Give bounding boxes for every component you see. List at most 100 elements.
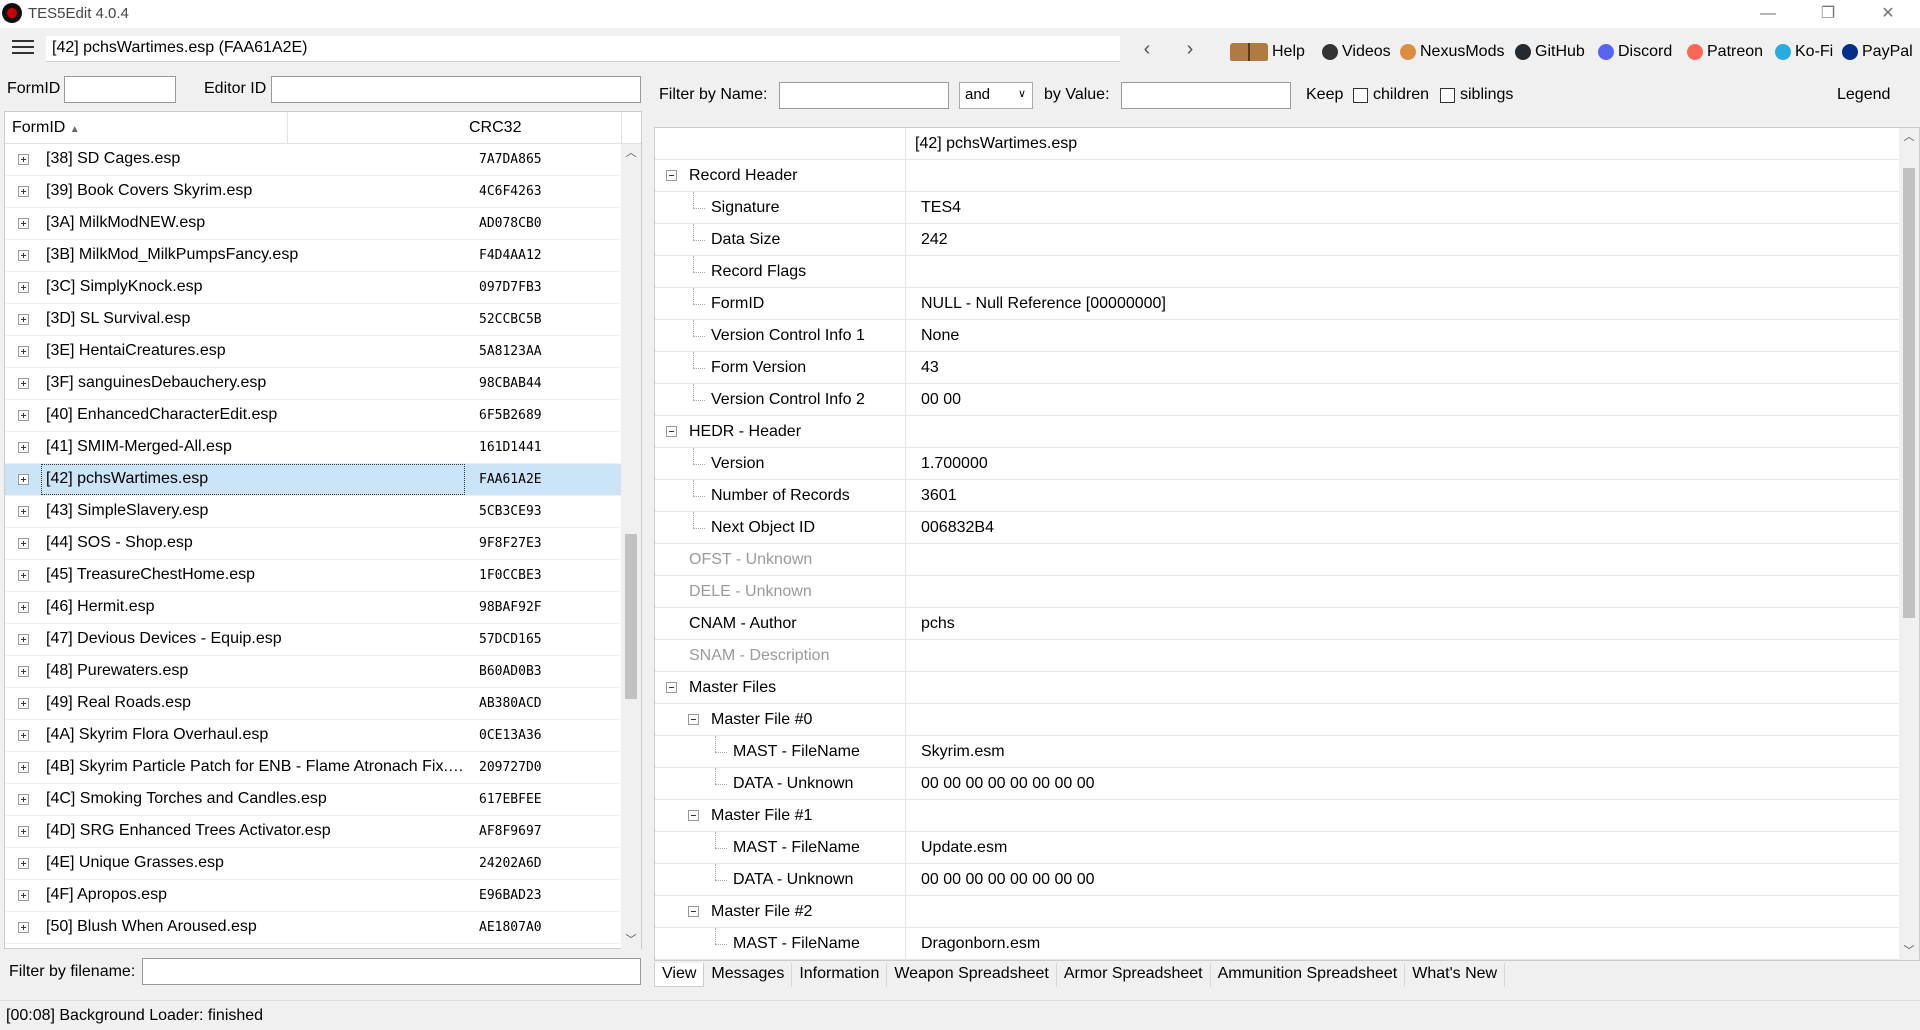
file-list-row[interactable]: [44] SOS - Shop.esp 9F8F27E3 xyxy=(5,528,621,560)
tree-node-row[interactable]: SNAM - Description xyxy=(655,640,1900,672)
tree-node-row[interactable]: HEDR - Header xyxy=(655,416,1900,448)
expand-plus-icon[interactable] xyxy=(18,442,29,453)
expand-plus-icon[interactable] xyxy=(18,858,29,869)
scroll-down-arrow-icon[interactable]: ﹀ xyxy=(621,931,641,949)
column-formid[interactable]: FormID ▲ xyxy=(12,119,80,137)
file-list-row[interactable]: [39] Book Covers Skyrim.esp 4C6F4263 xyxy=(5,176,621,208)
file-list-row[interactable]: [4E] Unique Grasses.esp 24202A6D xyxy=(5,848,621,880)
file-list-row[interactable]: [3E] HentaiCreatures.esp 5A8123AA xyxy=(5,336,621,368)
file-list-row[interactable]: [3F] sanguinesDebauchery.esp 98CBAB44 xyxy=(5,368,621,400)
expand-plus-icon[interactable] xyxy=(18,378,29,389)
editorid-input[interactable] xyxy=(271,76,641,103)
file-list-row[interactable]: [38] SD Cages.esp 7A7DA865 xyxy=(5,144,621,176)
file-list-row[interactable]: [3D] SL Survival.esp 52CCBC5B xyxy=(5,304,621,336)
file-list-row[interactable]: [49] Real Roads.esp AB380ACD xyxy=(5,688,621,720)
expand-plus-icon[interactable] xyxy=(18,762,29,773)
tab-what-s-new[interactable]: What's New xyxy=(1405,963,1506,987)
tree-node-row[interactable]: Version 1.700000 xyxy=(655,448,1900,480)
tree-node-row[interactable]: MAST - FileName Skyrim.esm xyxy=(655,736,1900,768)
file-list-row[interactable]: [41] SMIM-Merged-All.esp 161D1441 xyxy=(5,432,621,464)
collapse-minus-icon[interactable] xyxy=(666,682,677,693)
expand-plus-icon[interactable] xyxy=(18,218,29,229)
tree-node-row[interactable]: Master File #1 xyxy=(655,800,1900,832)
file-list-row[interactable]: [40] EnhancedCharacterEdit.esp 6F5B2689 xyxy=(5,400,621,432)
paypal-link[interactable]: PayPal xyxy=(1842,43,1913,61)
tree-scrollbar[interactable]: ︿ ﹀ xyxy=(1899,128,1919,960)
expand-plus-icon[interactable] xyxy=(18,922,29,933)
file-list-row[interactable]: [4D] SRG Enhanced Trees Activator.esp AF8… xyxy=(5,816,621,848)
expand-plus-icon[interactable] xyxy=(18,474,29,485)
minimize-button[interactable]: — xyxy=(1748,3,1788,25)
collapse-minus-icon[interactable] xyxy=(688,810,699,821)
list-scroll-thumb[interactable] xyxy=(625,534,637,699)
tree-node-row[interactable]: DATA - Unknown 00 00 00 00 00 00 00 00 xyxy=(655,768,1900,800)
expand-plus-icon[interactable] xyxy=(18,506,29,517)
expand-plus-icon[interactable] xyxy=(18,730,29,741)
expand-plus-icon[interactable] xyxy=(18,250,29,261)
operator-select[interactable]: and ∨ xyxy=(959,82,1033,109)
file-list-row[interactable]: [48] Purewaters.esp B60AD0B3 xyxy=(5,656,621,688)
nexusmods-link[interactable]: NexusMods xyxy=(1400,43,1504,61)
tree-node-row[interactable]: OFST - Unknown xyxy=(655,544,1900,576)
expand-plus-icon[interactable] xyxy=(18,410,29,421)
children-checkbox[interactable] xyxy=(1353,88,1368,103)
tree-node-row[interactable]: Record Header xyxy=(655,160,1900,192)
restore-button[interactable]: ❐ xyxy=(1808,3,1848,25)
record-path-field[interactable]: [42] pchsWartimes.esp (FAA61A2E) xyxy=(46,36,1120,62)
tree-node-row[interactable]: DATA - Unknown 00 00 00 00 00 00 00 00 xyxy=(655,864,1900,896)
expand-plus-icon[interactable] xyxy=(18,570,29,581)
collapse-minus-icon[interactable] xyxy=(666,426,677,437)
expand-plus-icon[interactable] xyxy=(18,314,29,325)
file-list-row[interactable]: [4F] Apropos.esp E96BAD23 xyxy=(5,880,621,912)
tree-scroll-down-arrow-icon[interactable]: ﹀ xyxy=(1899,942,1919,960)
formid-input[interactable] xyxy=(64,76,176,103)
expand-plus-icon[interactable] xyxy=(18,698,29,709)
tree-node-row[interactable]: DELE - Unknown xyxy=(655,576,1900,608)
expand-plus-icon[interactable] xyxy=(18,602,29,613)
expand-plus-icon[interactable] xyxy=(18,186,29,197)
tree-node-row[interactable]: CNAM - Author pchs xyxy=(655,608,1900,640)
scroll-up-arrow-icon[interactable]: ︿ xyxy=(621,144,641,162)
tree-node-row[interactable]: Version Control Info 1 None xyxy=(655,320,1900,352)
file-list-row[interactable]: [3C] SimplyKnock.esp 097D7FB3 xyxy=(5,272,621,304)
expand-plus-icon[interactable] xyxy=(18,826,29,837)
siblings-checkbox[interactable] xyxy=(1440,88,1455,103)
tab-messages[interactable]: Messages xyxy=(704,963,793,987)
tree-node-row[interactable]: MAST - FileName Update.esm xyxy=(655,832,1900,864)
patreon-link[interactable]: Patreon xyxy=(1687,43,1763,61)
discord-link[interactable]: Discord xyxy=(1598,43,1672,61)
expand-plus-icon[interactable] xyxy=(18,282,29,293)
tree-node-row[interactable]: Next Object ID 006832B4 xyxy=(655,512,1900,544)
expand-plus-icon[interactable] xyxy=(18,634,29,645)
tree-node-row[interactable]: Record Flags xyxy=(655,256,1900,288)
file-list-row[interactable]: [42] pchsWartimes.esp FAA61A2E xyxy=(5,464,621,496)
tree-node-row[interactable]: MAST - FileName Dragonborn.esm xyxy=(655,928,1900,960)
file-list-row[interactable]: [3A] MilkModNEW.esp AD078CB0 xyxy=(5,208,621,240)
hamburger-menu-icon[interactable] xyxy=(12,40,34,56)
filter-by-filename-input[interactable] xyxy=(142,958,641,985)
tab-view[interactable]: View xyxy=(654,963,705,987)
github-link[interactable]: GitHub xyxy=(1515,43,1585,61)
tab-ammunition-spreadsheet[interactable]: Ammunition Spreadsheet xyxy=(1210,963,1406,987)
file-list-row[interactable]: [50] Blush When Aroused.esp AE1807A0 xyxy=(5,912,621,944)
file-list-row[interactable]: [46] Hermit.esp 98BAF92F xyxy=(5,592,621,624)
file-list-row[interactable]: [4A] Skyrim Flora Overhaul.esp 0CE13A36 xyxy=(5,720,621,752)
file-list-row[interactable]: [47] Devious Devices - Equip.esp 57DCD165 xyxy=(5,624,621,656)
videos-link[interactable]: Videos xyxy=(1322,43,1391,61)
tree-node-row[interactable]: Master File #0 xyxy=(655,704,1900,736)
tab-weapon-spreadsheet[interactable]: Weapon Spreadsheet xyxy=(887,963,1057,987)
file-list-row[interactable]: [4C] Smoking Torches and Candles.esp 617E… xyxy=(5,784,621,816)
tab-information[interactable]: Information xyxy=(792,963,888,987)
tree-node-row[interactable]: FormID NULL - Null Reference [00000000] xyxy=(655,288,1900,320)
expand-plus-icon[interactable] xyxy=(18,346,29,357)
list-scrollbar[interactable]: ︿ ﹀ xyxy=(621,144,641,949)
file-list-row[interactable]: [45] TreasureChestHome.esp 1F0CCBE3 xyxy=(5,560,621,592)
help-link[interactable]: Help xyxy=(1230,43,1305,61)
tree-node-row[interactable]: Number of Records 3601 xyxy=(655,480,1900,512)
tree-scroll-thumb[interactable] xyxy=(1903,168,1915,618)
file-list-row[interactable]: [4B] Skyrim Particle Patch for ENB - Fla… xyxy=(5,752,621,784)
expand-plus-icon[interactable] xyxy=(18,538,29,549)
tree-node-row[interactable]: Version Control Info 2 00 00 xyxy=(655,384,1900,416)
legend-button[interactable]: Legend xyxy=(1837,86,1890,104)
filter-by-name-input[interactable] xyxy=(779,82,949,109)
